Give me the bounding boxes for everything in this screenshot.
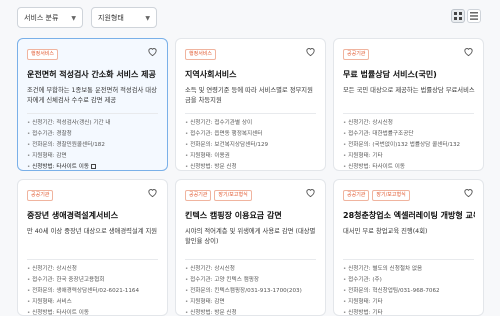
info-support-type: 지원형태: 감면 — [185, 297, 317, 308]
card-info-list: 신청기간: 별도의 신청절차 없음 접수기관: (주) 전화문의: 혁신창업팀/… — [343, 264, 475, 315]
info-apply-method: 신청방법: 타사이트 이동 — [27, 308, 159, 315]
badge-group: 공공기관 장기/보고형식 — [185, 190, 252, 201]
card-description: 만 40세 이상 중장년 대상으로 생애경력설계 지원 — [27, 228, 158, 235]
card-title: 지역사회서비스 — [185, 70, 237, 79]
info-apply-period: 신청기간: 적성검사(갱신) 기간 내 — [27, 118, 159, 129]
info-phone: 전화문의: 보건복지상담센터/129 — [185, 140, 317, 151]
divider — [343, 113, 474, 114]
type-badge: 장기/보고형식 — [214, 190, 252, 201]
badge-group: 공공기관 — [27, 190, 54, 201]
heart-icon[interactable] — [147, 46, 158, 57]
card-title: 운전면허 적성검사 간소화 서비스 제공 — [27, 70, 156, 79]
info-apply-method: 신청방법: 기타 — [343, 308, 475, 315]
category-badge: 공공기관 — [185, 190, 212, 201]
info-agency: 접수기관: (주) — [343, 275, 475, 286]
divider — [27, 113, 158, 114]
info-apply-period: 신청기간: 접수기관별 상이 — [185, 118, 317, 129]
type-badge: 장기/보고형식 — [372, 190, 410, 201]
divider — [27, 259, 158, 260]
category-badge: 행정서비스 — [27, 49, 59, 60]
info-phone: 전화문의: 킨텍스캠핑장/031-913-1700(203) — [185, 286, 317, 297]
card-description: 모든 국민 대상으로 제공하는 법률상담 무료서비스 — [343, 87, 475, 94]
heart-icon[interactable] — [463, 187, 474, 198]
card-description: 소득 및 연령기준 등에 따라 서비스별로 정부지원금을 차등지원 — [185, 87, 313, 104]
list-view-button[interactable] — [467, 9, 481, 23]
divider — [185, 259, 316, 260]
support-type-select[interactable]: 지원형태 ▼ — [91, 7, 157, 28]
info-apply-period: 신청기간: 상시신청 — [27, 264, 159, 275]
heart-icon[interactable] — [463, 46, 474, 57]
support-type-value: 지원형태 — [98, 13, 124, 22]
info-apply-method: 신청방법: 방문 신청 — [185, 308, 317, 315]
card-title: 28청춘창업소 엑셀러레이팅 개방형 교육 — [343, 211, 475, 220]
card-info-list: 신청기간: 상시신청 접수기관: 대한법률구조공단 전화문의: (국번없이)13… — [343, 118, 475, 170]
card-description: 대서민 무료 창업교육 진행(4회) — [343, 228, 428, 235]
service-card[interactable]: 행정서비스 지역사회서비스 소득 및 연령기준 등에 따라 서비스별로 정부지원… — [175, 38, 326, 171]
info-agency: 접수기관: 한국 중장년고용협회 — [27, 275, 159, 286]
badge-group: 행정서비스 — [185, 49, 217, 60]
grid-view-icon — [454, 12, 462, 20]
card-info-list: 신청기간: 접수기관별 상이 접수기관: 읍면동 행정복지센터 전화문의: 보건… — [185, 118, 317, 170]
card-title: 킨텍스 캠핑장 이용요금 감면 — [185, 211, 282, 220]
service-category-value: 서비스 분류 — [24, 13, 59, 22]
info-apply-period: 신청기간: 별도의 신청절차 없음 — [343, 264, 475, 275]
service-card[interactable]: 공공기관 장기/보고형식 28청춘창업소 엑셀러레이팅 개방형 교육 대서민 무… — [333, 179, 484, 316]
info-support-type: 지원형태: 서비스 — [27, 297, 159, 308]
card-info-list: 신청기간: 상시신청 접수기관: 한국 중장년고용협회 전화문의: 생애경력상담… — [27, 264, 159, 315]
divider — [343, 259, 474, 260]
category-badge: 행정서비스 — [185, 49, 217, 60]
info-support-type: 지원형태: 기타 — [343, 297, 475, 308]
card-description: 조건에 부합하는 1종보통 운전면허 적성검사 대상자에게 신체검사 수수료 감… — [27, 87, 157, 104]
grid-view-button[interactable] — [451, 9, 465, 23]
info-apply-method[interactable]: 신청방법: 타사이트 이동 — [27, 162, 159, 170]
info-apply-method: 신청방법: 방문 신청 — [185, 162, 317, 170]
info-phone: 전화문의: 혁신창업팀/031-968-7062 — [343, 286, 475, 297]
service-card[interactable]: 공공기관 무료 법률상담 서비스(국민) 모든 국민 대상으로 제공하는 법률상… — [333, 38, 484, 171]
category-badge: 공공기관 — [343, 190, 370, 201]
heart-icon[interactable] — [305, 46, 316, 57]
info-phone: 전화문의: 경찰민원콜센터/182 — [27, 140, 159, 151]
apply-method-text: 신청방법: 타사이트 이동 — [32, 164, 89, 170]
badge-group: 행정서비스 — [27, 49, 59, 60]
info-support-type: 지원형태: 감면 — [27, 151, 159, 162]
info-support-type: 지원형태: 이용권 — [185, 151, 317, 162]
info-agency: 접수기관: 읍면동 행정복지센터 — [185, 129, 317, 140]
info-apply-period: 신청기간: 상시신청 — [343, 118, 475, 129]
info-phone: 전화문의: 생애경력상담센터/02-6021-1164 — [27, 286, 159, 297]
badge-group: 공공기관 장기/보고형식 — [343, 190, 410, 201]
external-link-icon — [90, 164, 96, 169]
info-support-type: 지원형태: 기타 — [343, 151, 475, 162]
info-apply-period: 신청기간: 상시신청 — [185, 264, 317, 275]
info-agency: 접수기관: 고양 킨텍스 캠핑장 — [185, 275, 317, 286]
card-info-list: 신청기간: 상시신청 접수기관: 고양 킨텍스 캠핑장 전화문의: 킨텍스캠핑장… — [185, 264, 317, 315]
chevron-down-icon: ▼ — [71, 15, 76, 22]
service-card[interactable]: 공공기관 중장년 생애경력설계서비스 만 40세 이상 중장년 대상으로 생애경… — [17, 179, 168, 316]
info-agency: 접수기관: 대한법률구조공단 — [343, 129, 475, 140]
service-category-select[interactable]: 서비스 분류 ▼ — [17, 7, 83, 28]
badge-group: 공공기관 — [343, 49, 370, 60]
info-agency: 접수기관: 경찰청 — [27, 129, 159, 140]
service-card[interactable]: 행정서비스 운전면허 적성검사 간소화 서비스 제공 조건에 부합하는 1종보통… — [17, 38, 168, 171]
info-apply-method: 신청방법: 타사이트 이동 — [343, 162, 475, 170]
card-info-list: 신청기간: 적성검사(갱신) 기간 내 접수기관: 경찰청 전화문의: 경찰민원… — [27, 118, 159, 170]
info-phone: 전화문의: (국번없이)132 법률상담 콜센터/132 — [343, 140, 475, 151]
card-title: 무료 법률상담 서비스(국민) — [343, 70, 437, 79]
filter-toolbar: 서비스 분류 ▼ 지원형태 ▼ — [0, 0, 500, 36]
category-badge: 공공기관 — [343, 49, 370, 60]
list-view-icon — [470, 12, 478, 20]
heart-icon[interactable] — [147, 187, 158, 198]
card-description: 시야의 적어계층 및 위생에게 사용료 감면 (대상별 할인율 상이) — [185, 228, 316, 245]
heart-icon[interactable] — [305, 187, 316, 198]
chevron-down-icon: ▼ — [145, 15, 150, 22]
card-title: 중장년 생애경력설계서비스 — [27, 211, 119, 220]
divider — [185, 113, 316, 114]
service-card[interactable]: 공공기관 장기/보고형식 킨텍스 캠핑장 이용요금 감면 시야의 적어계층 및 … — [175, 179, 326, 316]
category-badge: 공공기관 — [27, 190, 54, 201]
